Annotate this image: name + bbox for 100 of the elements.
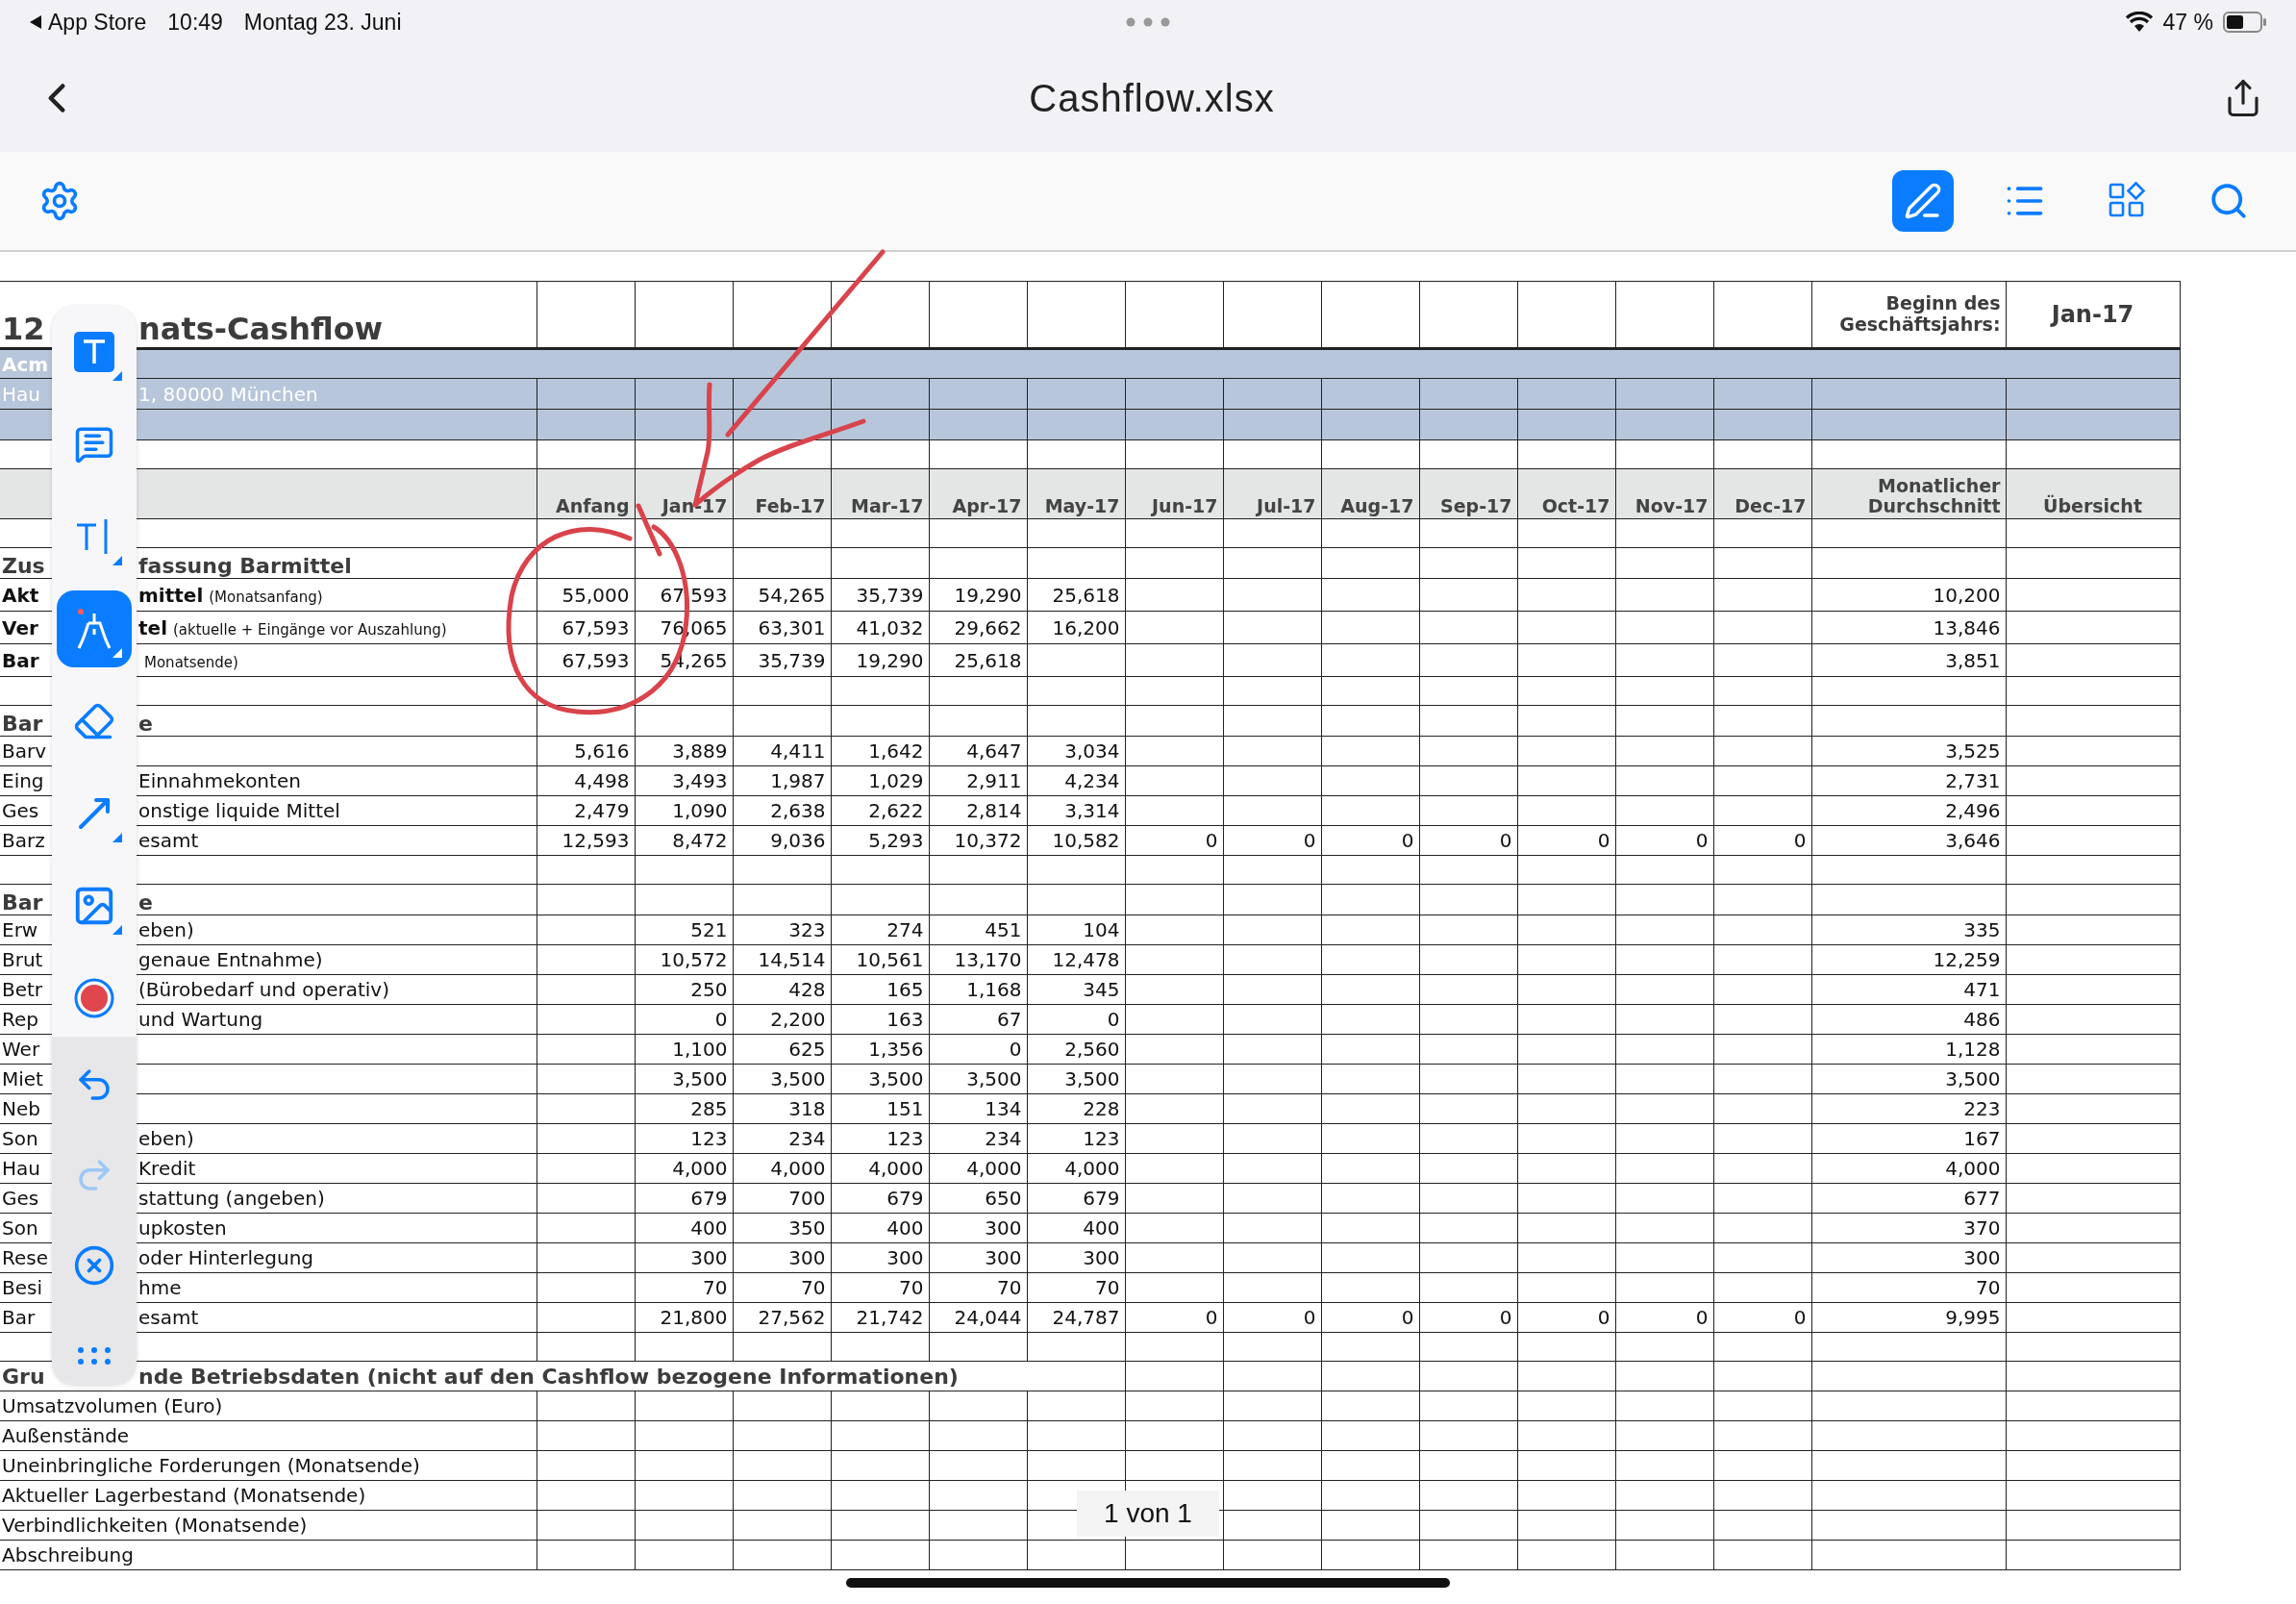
table-cell: 350	[733, 1213, 831, 1243]
row-label: genaue Entnahme)	[138, 948, 323, 971]
row-label: onstige liquide Mittel	[138, 799, 340, 822]
column-header: Übersicht	[2006, 468, 2180, 519]
table-cell: 521	[635, 915, 733, 945]
row-label: stattung (angeben)	[138, 1187, 325, 1210]
row-label: esamt	[138, 1306, 199, 1329]
table-cell: 14,514	[733, 944, 831, 975]
row-label: tel (aktuelle + Eingänge vor Auszahlung)	[138, 615, 447, 639]
row-label: Zus	[2, 554, 45, 578]
corner-triangle-icon	[112, 371, 122, 381]
row-label: Akt	[2, 583, 39, 607]
table-cell: 19,290	[929, 578, 1027, 612]
table-cell: 25,618	[929, 643, 1027, 677]
table-cell: 8,472	[635, 825, 733, 856]
table-cell: 2,200	[733, 1004, 831, 1035]
row-label: Ver	[2, 615, 38, 639]
table-cell: 428	[733, 974, 831, 1005]
table-cell: 2,622	[831, 795, 929, 826]
row-label: Umsatzvolumen (Euro)	[2, 1394, 223, 1417]
column-header: Feb-17	[733, 468, 831, 519]
table-cell: 35,739	[733, 643, 831, 677]
table-cell: 0	[1321, 1302, 1419, 1333]
row-label: nde Betriebsdaten (nicht auf den Cashflow bezogene Informationen)	[138, 1364, 959, 1389]
corner-triangle-icon	[112, 556, 122, 565]
table-cell: 163	[831, 1004, 929, 1035]
table-cell: 223	[1811, 1093, 2006, 1124]
table-cell: 10,372	[929, 825, 1027, 856]
table-cell: 10,582	[1027, 825, 1125, 856]
table-cell: 250	[635, 974, 733, 1005]
table-cell: 2,814	[929, 795, 1027, 826]
row-label: (Bürobedarf und operativ)	[138, 978, 389, 1001]
row-label: Neb	[2, 1097, 40, 1120]
row-label: Kredit	[138, 1157, 196, 1180]
row-label: Ges	[2, 799, 39, 822]
battery-icon	[2223, 12, 2267, 33]
table-cell: 1,168	[929, 974, 1027, 1005]
table-cell: 21,800	[635, 1302, 733, 1333]
row-label: Verbindlichkeiten (Monatsende)	[2, 1514, 308, 1537]
table-cell: 9,995	[1811, 1302, 2006, 1333]
row-label: Son	[2, 1216, 38, 1240]
row-label: Bar	[2, 712, 43, 736]
table-cell: 3,500	[831, 1064, 929, 1094]
table-cell: 0	[1125, 1302, 1223, 1333]
row-label: Bar	[2, 648, 39, 672]
row-label: Wer	[2, 1038, 40, 1061]
table-cell: 123	[1027, 1123, 1125, 1154]
table-cell: 2,911	[929, 765, 1027, 796]
table-cell: 70	[733, 1272, 831, 1303]
table-cell: 70	[831, 1272, 929, 1303]
table-cell: 3,500	[635, 1064, 733, 1094]
corner-triangle-icon	[112, 925, 122, 935]
table-cell: 0	[1615, 825, 1713, 856]
table-cell: 67,593	[537, 643, 635, 677]
column-header: Nov-17	[1615, 468, 1713, 519]
pencil-button[interactable]	[1892, 170, 1954, 232]
table-cell: 13,846	[1811, 611, 2006, 644]
table-cell: 0	[1517, 1302, 1615, 1333]
back-app-link[interactable]: App Store	[48, 9, 147, 36]
table-cell: 1,356	[831, 1034, 929, 1065]
row-label: Brut	[2, 948, 43, 971]
table-cell: 2,731	[1811, 765, 2006, 796]
table-cell: 165	[831, 974, 929, 1005]
table-cell: 27,562	[733, 1302, 831, 1333]
record-icon	[73, 977, 115, 1019]
table-cell: 4,647	[929, 736, 1027, 766]
corner-triangle-icon	[112, 648, 122, 658]
tool-button[interactable]	[57, 590, 132, 667]
page-indicator: 1 von 1	[1077, 1491, 1219, 1537]
table-cell: 0	[1419, 1302, 1517, 1333]
row-label: Abschreibung	[2, 1543, 134, 1566]
table-cell: 3,034	[1027, 736, 1125, 766]
row-label: Hau	[2, 1157, 40, 1180]
table-cell: 55,000	[537, 578, 635, 612]
row-label: e	[138, 890, 153, 915]
table-cell: 70	[1027, 1272, 1125, 1303]
row-label: Eing	[2, 769, 44, 792]
row-label: Hau	[2, 382, 40, 406]
row-label: Monatsende)	[143, 652, 238, 672]
table-cell: 10,572	[635, 944, 733, 975]
table-cell: 67	[929, 1004, 1027, 1035]
table-cell: 1,100	[635, 1034, 733, 1065]
table-cell: 1,090	[635, 795, 733, 826]
close-icon	[73, 1244, 115, 1287]
table-cell: 25,618	[1027, 578, 1125, 612]
table-cell: 234	[733, 1123, 831, 1154]
table-cell: 5,616	[537, 736, 635, 766]
table-cell: 679	[635, 1183, 733, 1214]
table-cell: 0	[1517, 825, 1615, 856]
row-label: Son	[2, 1127, 38, 1150]
table-cell: 300	[733, 1242, 831, 1273]
table-cell: 10,200	[1811, 578, 2006, 612]
table-cell: 679	[1027, 1183, 1125, 1214]
table-cell: 2,560	[1027, 1034, 1125, 1065]
table-cell: 3,314	[1027, 795, 1125, 826]
table-cell: 679	[831, 1183, 929, 1214]
column-header: Apr-17	[929, 468, 1027, 519]
table-cell: 3,525	[1811, 736, 2006, 766]
column-header: Oct-17	[1517, 468, 1615, 519]
row-label: Miet	[2, 1067, 43, 1090]
